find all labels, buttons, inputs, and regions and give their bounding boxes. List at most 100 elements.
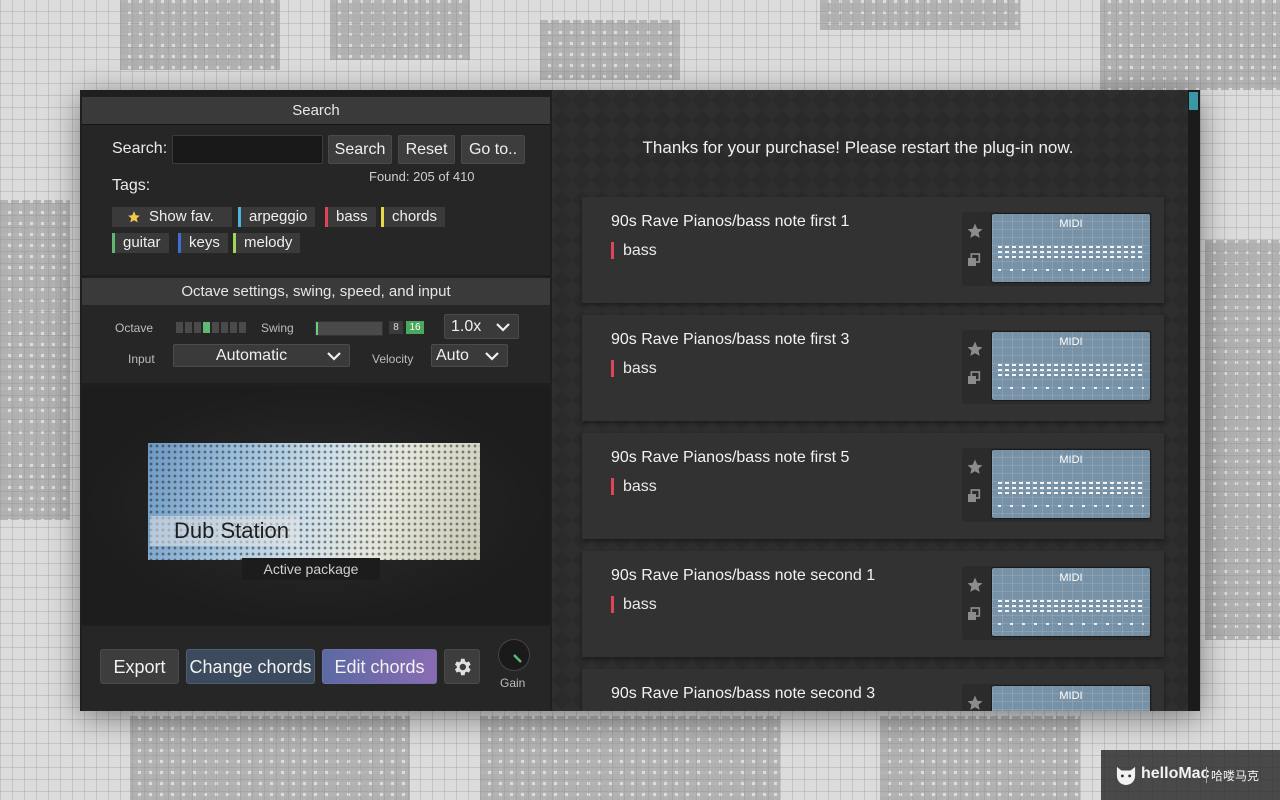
midi-low-notes (998, 387, 1144, 389)
midi-clip[interactable]: MIDI (991, 213, 1151, 283)
background-pattern (820, 0, 1020, 30)
results-scrollbar[interactable] (1188, 90, 1200, 711)
search-button[interactable]: Search (328, 135, 392, 164)
star-icon[interactable] (966, 340, 984, 358)
tags-label: Tags: (112, 177, 151, 194)
chevron-down-icon (496, 323, 510, 332)
midi-label: MIDI (1059, 218, 1083, 230)
midi-label: MIDI (1059, 572, 1083, 584)
background-pattern (330, 0, 470, 60)
found-count: Found: 205 of 410 (369, 169, 475, 184)
search-input[interactable] (172, 135, 323, 164)
copy-icon[interactable] (966, 488, 982, 504)
result-card[interactable]: 90s Rave Pianos/bass note second 3 bass … (582, 669, 1164, 711)
result-tag: bass (611, 360, 657, 377)
background-pattern (1205, 240, 1280, 640)
reset-button[interactable]: Reset (398, 135, 455, 164)
background-pattern (1100, 0, 1280, 90)
result-card[interactable]: 90s Rave Pianos/bass note first 5 bass M… (582, 433, 1164, 539)
speed-value: 1.0x (451, 318, 482, 335)
settings-panel: Octave Swing 8 16 1.0x Input Automatic V… (82, 305, 550, 383)
background-pattern (0, 200, 70, 520)
speed-select[interactable]: 1.0x (444, 314, 519, 339)
star-icon[interactable] (966, 576, 984, 594)
result-title: 90s Rave Pianos/bass note first 5 (611, 449, 850, 466)
result-title: 90s Rave Pianos/bass note first 3 (611, 331, 850, 348)
octave-label: Octave (115, 321, 154, 335)
octave-meter[interactable] (176, 322, 246, 333)
result-title: 90s Rave Pianos/bass note second 3 (611, 685, 876, 702)
result-card[interactable]: 90s Rave Pianos/bass note second 1 bass … (582, 551, 1164, 657)
watermark: helloMac 哈喽马克 (1101, 750, 1280, 800)
watermark-divider (1206, 767, 1207, 783)
midi-clip[interactable]: MIDI (991, 567, 1151, 637)
velocity-value: Auto (436, 347, 469, 364)
chevron-down-icon (327, 352, 341, 361)
settings-button[interactable] (444, 649, 480, 684)
package-name: Dub Station (150, 516, 299, 546)
midi-clip[interactable]: MIDI (991, 685, 1151, 711)
midi-label: MIDI (1059, 336, 1083, 348)
tag-guitar[interactable]: guitar (112, 233, 169, 253)
result-card[interactable]: 90s Rave Pianos/bass note first 1 bass M… (582, 197, 1164, 303)
midi-clip[interactable]: MIDI (991, 331, 1151, 401)
result-card[interactable]: 90s Rave Pianos/bass note first 3 bass M… (582, 315, 1164, 421)
midi-clip[interactable]: MIDI (991, 449, 1151, 519)
midi-preview-area: MIDI (962, 566, 1152, 640)
gain-knob[interactable] (498, 639, 530, 671)
settings-header: Octave settings, swing, speed, and input (82, 278, 550, 306)
goto-button[interactable]: Go to.. (461, 135, 525, 164)
search-label: Search: (112, 140, 168, 157)
package-artwork[interactable]: Dub Station (148, 443, 480, 560)
background-pattern (480, 716, 780, 800)
tag-show-fav[interactable]: Show fav. (112, 207, 232, 227)
copy-icon[interactable] (966, 252, 982, 268)
star-icon[interactable] (966, 458, 984, 476)
scrollbar-thumb[interactable] (1189, 92, 1198, 110)
watermark-cn: 哈喽马克 (1211, 769, 1260, 783)
tag-keys[interactable]: keys (178, 233, 228, 253)
export-button[interactable]: Export (100, 649, 179, 684)
tag-arpeggio[interactable]: arpeggio (238, 207, 316, 227)
midi-preview-area: MIDI (962, 448, 1152, 522)
copy-icon[interactable] (966, 370, 982, 386)
search-panel: Search: Search Reset Go to.. Found: 205 … (82, 125, 550, 275)
background-pattern (880, 716, 1080, 800)
tag-label: Show fav. (149, 208, 214, 225)
active-package-label: Active package (242, 558, 380, 580)
swing-label: Swing (261, 321, 294, 335)
edit-chords-button[interactable]: Edit chords (322, 649, 437, 684)
swing-slider[interactable] (315, 321, 383, 336)
gain-label: Gain (500, 676, 526, 690)
midi-low-notes (998, 269, 1144, 271)
background-pattern (540, 20, 680, 80)
velocity-label: Velocity (372, 352, 414, 366)
midi-preview-area: MIDI (962, 684, 1152, 711)
input-label: Input (128, 352, 155, 366)
tag-chords[interactable]: chords (381, 207, 446, 227)
midi-low-notes (998, 623, 1144, 625)
result-title: 90s Rave Pianos/bass note first 1 (611, 213, 850, 230)
search-header: Search (82, 97, 550, 125)
change-chords-button[interactable]: Change chords (186, 649, 315, 684)
velocity-select[interactable]: Auto (431, 344, 508, 367)
left-panel: Search Search: Search Reset Go to.. Foun… (80, 90, 552, 711)
input-value: Automatic (215, 347, 288, 364)
swing-8-toggle[interactable]: 8 (389, 321, 403, 334)
swing-16-toggle[interactable]: 16 (406, 321, 424, 334)
midi-notes (998, 598, 1144, 612)
result-tag: bass (611, 478, 657, 495)
results-panel: Thanks for your purchase! Please restart… (552, 90, 1200, 711)
tag-melody[interactable]: melody (233, 233, 301, 253)
purchase-message: Thanks for your purchase! Please restart… (642, 138, 1074, 157)
tag-bass[interactable]: bass (325, 207, 376, 227)
result-tag: bass (611, 596, 657, 613)
input-select[interactable]: Automatic (173, 344, 350, 367)
gear-icon (454, 658, 471, 676)
watermark-brand: helloMac (1141, 765, 1210, 782)
star-icon[interactable] (966, 694, 984, 711)
copy-icon[interactable] (966, 606, 982, 622)
bottom-toolbar: Export Change chords Edit chords Gain (82, 626, 550, 711)
star-icon[interactable] (966, 222, 984, 240)
cat-logo-icon (1116, 766, 1136, 785)
